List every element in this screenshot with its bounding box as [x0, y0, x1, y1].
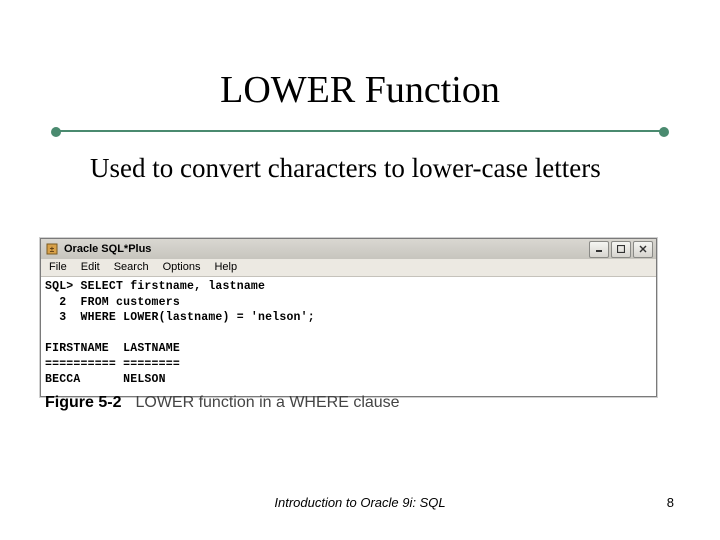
- minimize-button[interactable]: [589, 241, 609, 258]
- footer-text: Introduction to Oracle 9i: SQL: [0, 495, 720, 510]
- window-title: Oracle SQL*Plus: [64, 243, 589, 255]
- menu-options[interactable]: Options: [163, 261, 201, 273]
- maximize-button[interactable]: [611, 241, 631, 258]
- sqlplus-window: ± Oracle SQL*Plus File Edit Search Optio…: [40, 238, 657, 397]
- menubar: File Edit Search Options Help: [41, 259, 656, 277]
- window-titlebar: ± Oracle SQL*Plus: [41, 239, 656, 259]
- menu-edit[interactable]: Edit: [81, 261, 100, 273]
- slide-body-text: Used to convert characters to lower-case…: [90, 152, 630, 186]
- figure-caption: Figure 5-2 LOWER function in a WHERE clau…: [45, 394, 400, 412]
- figure-caption-text: LOWER function in a WHERE clause: [135, 394, 399, 411]
- menu-file[interactable]: File: [49, 261, 67, 273]
- page-number: 8: [667, 495, 674, 510]
- footer-source: Introduction to Oracle 9i: SQL: [274, 495, 445, 510]
- console-output: SQL> SELECT firstname, lastname 2 FROM c…: [41, 277, 656, 396]
- close-button[interactable]: [633, 241, 653, 258]
- title-divider: [56, 130, 664, 132]
- app-icon: ±: [45, 242, 59, 256]
- svg-text:±: ±: [50, 245, 55, 254]
- menu-search[interactable]: Search: [114, 261, 149, 273]
- window-controls: [589, 241, 653, 258]
- slide-title: LOWER Function: [0, 68, 720, 112]
- slide: LOWER Function Used to convert character…: [0, 0, 720, 540]
- menu-help[interactable]: Help: [214, 261, 237, 273]
- figure-label: Figure 5-2: [45, 394, 121, 411]
